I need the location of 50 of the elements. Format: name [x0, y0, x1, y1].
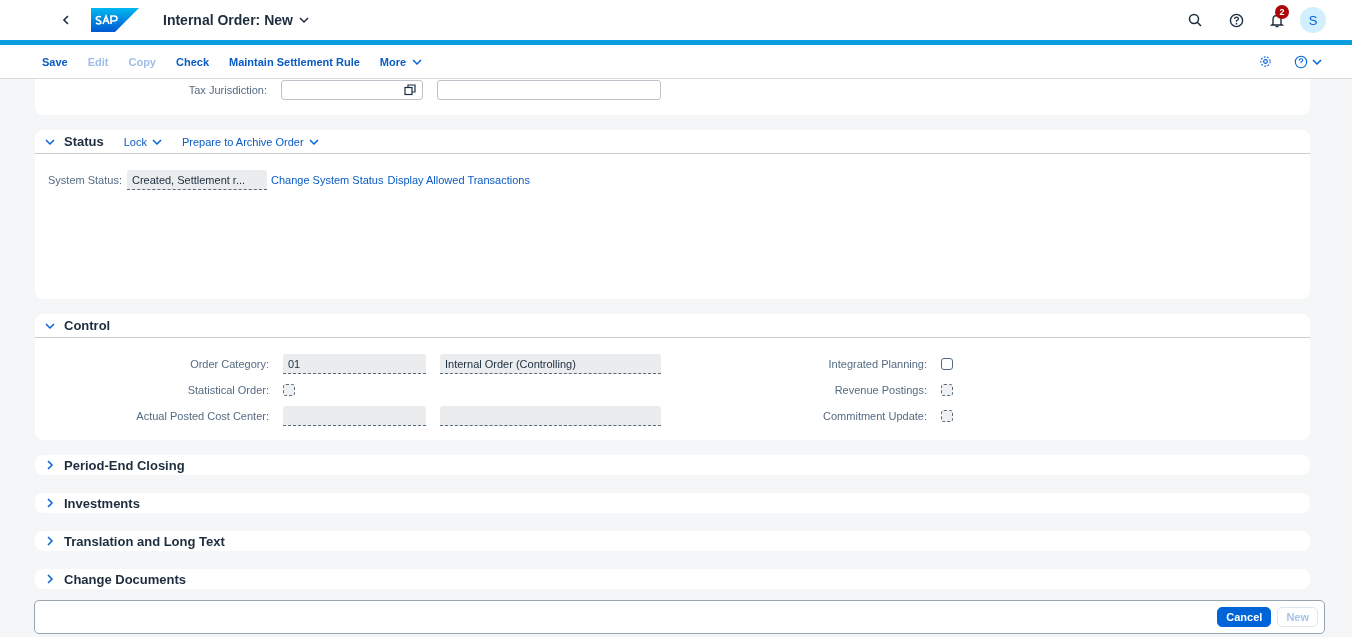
- more-menu-button[interactable]: More: [371, 51, 431, 72]
- help-icon: [1294, 54, 1308, 69]
- field-label: Revenue Postings:: [833, 383, 927, 396]
- section-header[interactable]: Translation and Long Text: [45, 533, 225, 549]
- read-only-field: Created, Settlement r...: [127, 170, 267, 190]
- help-menu-button[interactable]: [1294, 54, 1322, 69]
- chevron-icon: [45, 574, 55, 584]
- caret-icon: [298, 15, 309, 25]
- field-label: System Status:: [48, 174, 122, 186]
- menu-button[interactable]: Prepare to Archive Order: [182, 135, 319, 148]
- section-header[interactable]: Control: [45, 318, 111, 333]
- chevron-icon: [45, 498, 55, 508]
- chevron-icon: [45, 460, 55, 470]
- toolbar-button[interactable]: Check: [168, 51, 217, 72]
- chevron-icon: [45, 136, 55, 147]
- toolbar-button[interactable]: Maintain Settlement Rule: [221, 51, 368, 72]
- notification-badge: 2: [1275, 5, 1289, 19]
- caret-icon: [412, 56, 423, 67]
- field-label: Order Category:: [189, 357, 269, 370]
- value-help-field[interactable]: [281, 80, 423, 100]
- search-icon: [1188, 13, 1202, 27]
- chevron-icon: [45, 320, 55, 331]
- field-label: Commitment Update:: [822, 409, 927, 422]
- section-header[interactable]: Change Documents: [45, 571, 187, 587]
- section-header[interactable]: Period-End Closing: [45, 457, 185, 473]
- toolbar-button[interactable]: Save: [34, 51, 76, 72]
- caret-icon: [308, 136, 319, 147]
- input-field[interactable]: [437, 80, 661, 100]
- help-icon: [1228, 12, 1244, 28]
- settings-icon[interactable]: [1259, 55, 1272, 68]
- app-title-menu[interactable]: Internal Order: New: [163, 12, 309, 28]
- section-header[interactable]: Investments: [45, 495, 140, 511]
- menu-button[interactable]: Lock: [123, 135, 162, 148]
- field-label: Statistical Order:: [186, 383, 269, 396]
- read-only-field: Internal Order (Controlling): [440, 353, 661, 374]
- value-help-icon[interactable]: [404, 84, 416, 96]
- logo-icon: [91, 8, 139, 32]
- link[interactable]: Display Allowed Transactions: [387, 174, 530, 186]
- field-label: Integrated Planning:: [827, 357, 927, 370]
- section-header[interactable]: Status: [45, 134, 104, 149]
- caret-icon: [1312, 56, 1322, 67]
- user-avatar[interactable]: S: [1300, 7, 1326, 33]
- field-label: Tax Jurisdiction:: [187, 84, 267, 96]
- caret-icon: [152, 136, 162, 147]
- read-only-field: 01: [283, 353, 426, 374]
- checkbox[interactable]: [941, 357, 953, 370]
- chevron-icon: [45, 536, 55, 546]
- field-label: Actual Posted Cost Center:: [135, 409, 269, 422]
- cancel-button[interactable]: Cancel: [1217, 607, 1272, 627]
- link[interactable]: Change System Status: [271, 174, 384, 186]
